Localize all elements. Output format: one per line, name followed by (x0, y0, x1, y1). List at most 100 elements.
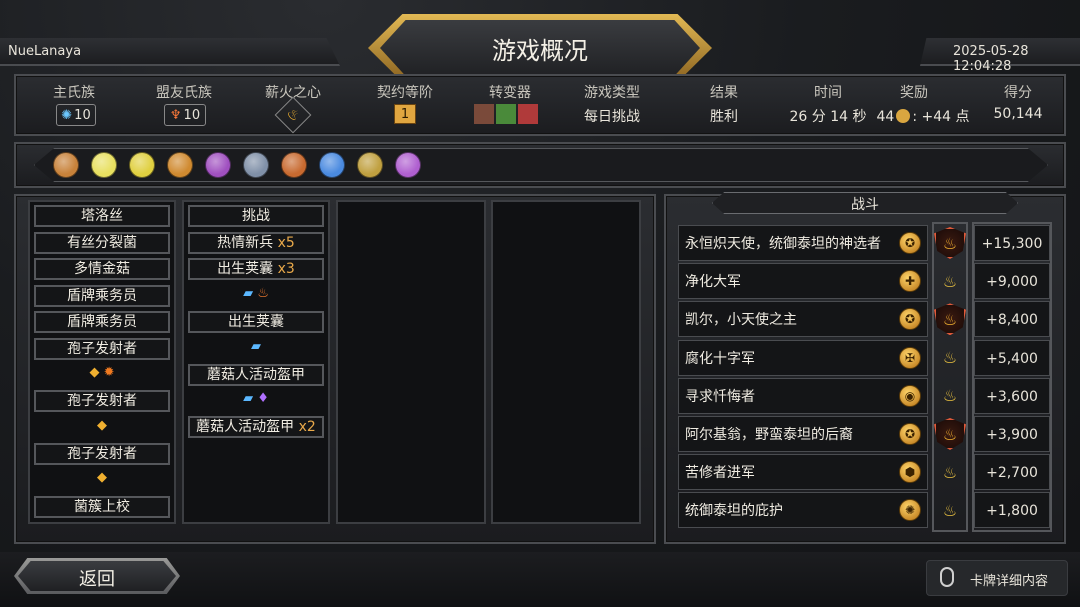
battle-row[interactable]: 永恒炽天使，统御泰坦的神选者 ✪ (678, 225, 928, 261)
card-slot[interactable]: 蘑菇人活动盔甲 x2 (188, 416, 324, 438)
battle-icon: ✪ (899, 308, 921, 331)
stat-value: 胜利 (710, 109, 738, 125)
stat-value: 10 (74, 107, 91, 123)
battle-row[interactable]: 寻求忏悔者 ◉ (678, 377, 928, 414)
primary-clan-icon: ✺ 10 (56, 104, 96, 126)
battle-score-cell: +2,700 (974, 454, 1050, 491)
stat-label: 契约等阶 (377, 85, 433, 101)
reward-count: 44 (876, 109, 895, 125)
card-slot[interactable]: 多情金菇 (34, 258, 170, 280)
artifact-4-icon[interactable] (167, 152, 193, 178)
stat-label: 得分 (1004, 85, 1032, 101)
upgrade-icons: ▰ (251, 339, 261, 354)
battle-icon: ✺ (899, 499, 921, 522)
card-count: x3 (277, 261, 295, 277)
upgrade-icons: ◆ (97, 418, 107, 433)
card-slot[interactable]: 孢子发射者 (34, 443, 170, 465)
battle-row[interactable]: 净化大军 ✚ (678, 263, 928, 300)
battle-score: +1,800 (986, 503, 1038, 520)
battle-icon: ✪ (899, 423, 921, 445)
card-slot[interactable]: 蘑菇人活动盔甲 (188, 364, 324, 386)
stat-label: 结果 (710, 85, 738, 101)
stat-value: 1 (400, 106, 410, 122)
artifact-1-icon[interactable] (53, 152, 79, 178)
battle-score-cell: +3,600 (974, 377, 1050, 414)
battle-score-cell: +9,000 (974, 263, 1050, 300)
battle-score: +5,400 (986, 350, 1038, 367)
ember-icon: ♨ (942, 386, 958, 406)
card-slot[interactable]: 出生荚囊 (188, 311, 324, 333)
artifact-7-icon[interactable] (281, 152, 307, 178)
ember-icon: ♨ (942, 462, 958, 482)
coin-icon (896, 109, 911, 123)
card-slot[interactable]: 盾牌乘务员 (34, 311, 170, 333)
upgrade-icons: ▰ ♨ (243, 286, 269, 301)
artifact-6-icon[interactable] (243, 152, 269, 178)
card-slot[interactable]: 塔洛丝 (34, 205, 170, 227)
stat-value: 10 (183, 107, 201, 123)
card-slot[interactable]: 盾牌乘务员 (34, 285, 170, 307)
stat-label: 转变器 (489, 85, 531, 101)
ember-icon: ♨ (942, 500, 958, 520)
battle-name: 统御泰坦的庇护 (685, 503, 783, 520)
upgrade-icons: ◆ (97, 470, 107, 485)
mutator-icons (474, 104, 554, 124)
artifact-9-icon[interactable] (357, 152, 383, 178)
card-slot[interactable]: 孢子发射者 (34, 338, 170, 360)
card-name: 蘑菇人活动盔甲 (196, 419, 295, 435)
artifact-10-icon[interactable] (395, 152, 421, 178)
deck-column-4 (491, 200, 641, 524)
battle-score: +3,600 (986, 388, 1038, 405)
stat-value: 每日挑战 (584, 109, 640, 125)
stat-label: 盟友氏族 (156, 85, 212, 101)
battle-icon: ◉ (899, 384, 921, 407)
battle-score: +15,300 (981, 236, 1043, 252)
battle-name: 阿尔基翁，野蛮泰坦的后裔 (685, 427, 853, 443)
result-value: 胜利 (674, 106, 774, 126)
battle-row[interactable]: 阿尔基翁，野蛮泰坦的后裔 ✪ (678, 416, 928, 452)
card-slot[interactable]: 菌簇上校 (34, 496, 170, 518)
battle-score: +9,000 (986, 274, 1038, 291)
battle-icon: ✚ (899, 270, 921, 293)
card-slot[interactable]: 有丝分裂菌 (34, 232, 170, 254)
stat-value: 50,144 (993, 106, 1043, 122)
ember-icon: ♨ (942, 271, 958, 291)
battle-title: 战斗 (851, 197, 879, 213)
battle-score: +2,700 (986, 465, 1038, 482)
deck-column-3 (336, 200, 486, 524)
card-name: 热情新兵 (217, 235, 274, 251)
artifact-2-icon[interactable] (91, 152, 117, 178)
card-slot[interactable]: 热情新兵 x5 (188, 232, 324, 254)
game-type-value: 每日挑战 (562, 106, 662, 126)
battle-icon: ✠ (899, 346, 921, 369)
stat-value: 26 分 14 秒 (789, 109, 867, 125)
battle-score: +8,400 (986, 312, 1038, 329)
battle-score-cell: +1,800 (974, 492, 1050, 529)
battle-name: 寻求忏悔者 (685, 388, 755, 405)
datetime: 2025-05-28 12:04:28 (953, 44, 1029, 74)
battle-score-cell: +15,300 (974, 225, 1050, 261)
stat-label: 主氏族 (53, 85, 95, 101)
upgrade-icons: ▰ ♦ (243, 391, 269, 406)
card-details-label: 卡牌详细内容 (970, 574, 1049, 589)
artifact-8-icon[interactable] (319, 152, 345, 178)
covenant-rank-icon: 1 (394, 104, 416, 124)
battle-row[interactable]: 凯尔，小天使之主 ✪ (678, 301, 928, 338)
artifact-5-icon[interactable] (205, 152, 231, 178)
battle-name: 净化大军 (685, 274, 741, 291)
battle-row[interactable]: 腐化十字军 ✠ (678, 339, 928, 376)
back-label: 返回 (79, 569, 115, 590)
allied-clan-icon: ♆ 10 (164, 104, 206, 126)
ember-icon: ♨ (942, 348, 958, 368)
card-slot[interactable]: 挑战 (188, 205, 324, 227)
upgrade-icons: ◆ ✹ (89, 365, 115, 380)
battle-name: 永恒炽天使，统御泰坦的神选者 (685, 236, 881, 252)
card-slot[interactable]: 孢子发射者 (34, 390, 170, 412)
score-value: 50,144 (978, 106, 1058, 122)
battle-row[interactable]: 苦修者进军 ⬢ (678, 454, 928, 491)
reward-value: 44: +44 点 (868, 106, 978, 126)
battle-name: 腐化十字军 (685, 350, 755, 367)
artifact-3-icon[interactable] (129, 152, 155, 178)
battle-row[interactable]: 统御泰坦的庇护 ✺ (678, 492, 928, 529)
card-slot[interactable]: 出生荚囊 x3 (188, 258, 324, 280)
